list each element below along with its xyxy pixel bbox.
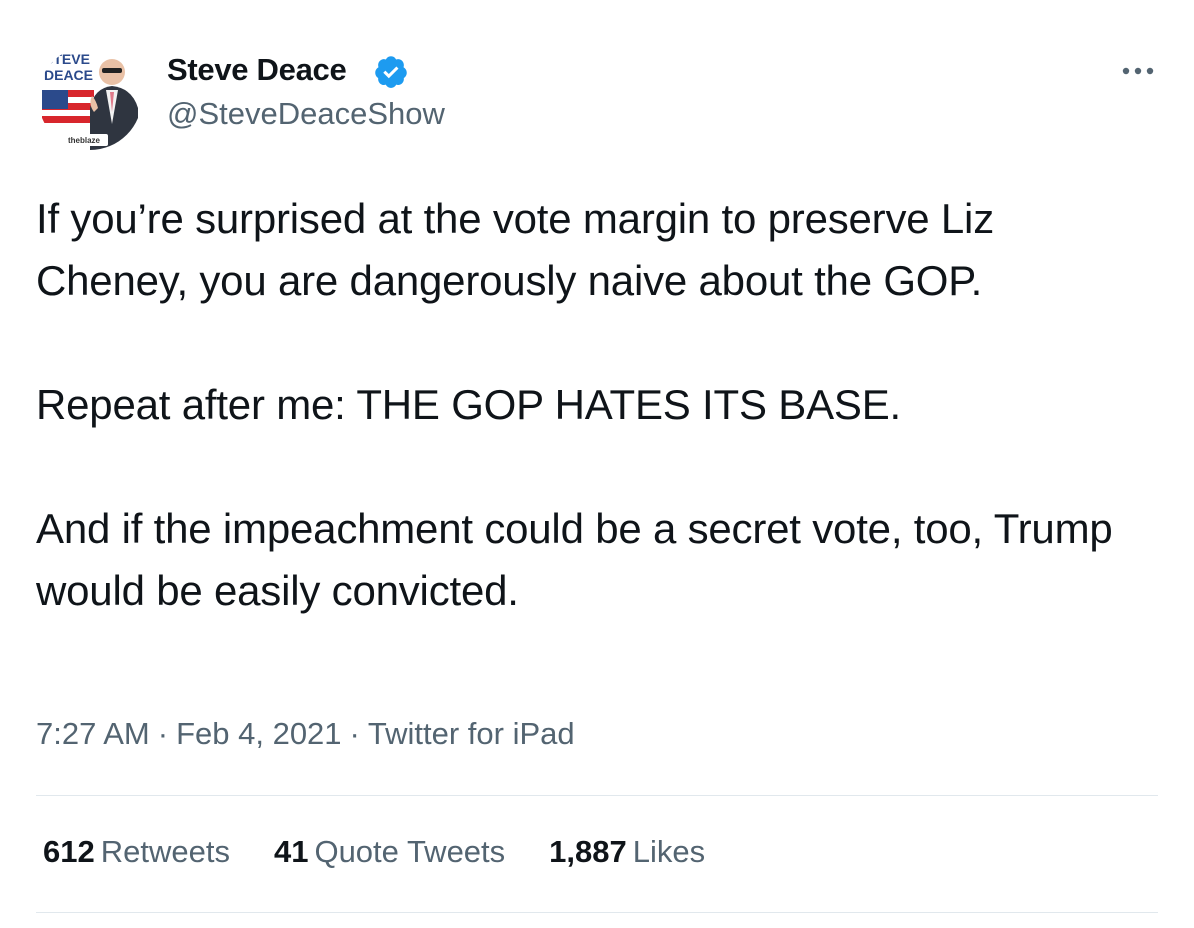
retweets-stat[interactable]: 612 Retweets xyxy=(43,834,230,870)
tweet-source[interactable]: Twitter for iPad xyxy=(368,716,575,751)
tweet-text: If you’re surprised at the vote margin t… xyxy=(36,188,1156,622)
tweet-stats: 612 Retweets 41 Quote Tweets 1,887 Likes xyxy=(43,834,705,870)
author-display-name[interactable]: Steve Deace xyxy=(167,52,347,88)
avatar-image: STEVE DEACE theblaze xyxy=(38,46,142,150)
likes-count: 1,887 xyxy=(549,834,627,869)
tweet-date[interactable]: Feb 4, 2021 xyxy=(176,716,341,751)
likes-label: Likes xyxy=(632,834,706,869)
author-avatar[interactable]: STEVE DEACE theblaze xyxy=(38,46,142,150)
tweet-paragraph: If you’re surprised at the vote margin t… xyxy=(36,195,994,304)
verified-badge-icon xyxy=(375,56,407,88)
quote-tweets-stat[interactable]: 41 Quote Tweets xyxy=(274,834,505,870)
author-handle[interactable]: @SteveDeaceShow xyxy=(167,96,445,132)
likes-stat[interactable]: 1,887 Likes xyxy=(549,834,705,870)
retweets-count: 612 xyxy=(43,834,95,869)
avatar-logo-line-1: STEVE xyxy=(44,51,90,67)
tweet-paragraph: And if the impeachment could be a secret… xyxy=(36,505,1113,614)
retweets-label: Retweets xyxy=(100,834,230,869)
tweet-paragraph: Repeat after me: THE GOP HATES ITS BASE. xyxy=(36,381,901,428)
tweet: STEVE DEACE theblaze Steve Deace @SteveD… xyxy=(0,0,1194,928)
quote-tweets-label: Quote Tweets xyxy=(314,834,506,869)
tweet-time[interactable]: 7:27 AM xyxy=(36,716,150,751)
avatar-badge-text: theblaze xyxy=(68,136,101,145)
tweet-meta: 7:27 AM · Feb 4, 2021 · Twitter for iPad xyxy=(36,716,575,752)
quote-tweets-count: 41 xyxy=(273,834,309,869)
meta-separator: · xyxy=(157,716,169,751)
divider xyxy=(36,912,1158,913)
meta-separator: · xyxy=(349,716,360,751)
more-options-icon[interactable] xyxy=(1118,56,1158,86)
divider xyxy=(36,795,1158,796)
avatar-logo-line-2: DEACE xyxy=(44,67,93,83)
